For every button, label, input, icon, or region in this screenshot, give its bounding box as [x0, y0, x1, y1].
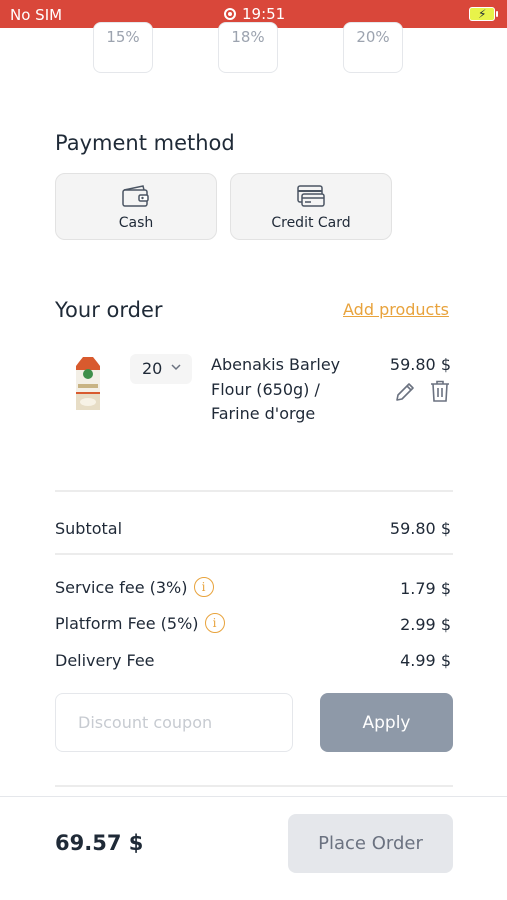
payment-option-cash[interactable]: Cash [55, 173, 217, 240]
quantity-value: 20 [142, 359, 163, 378]
clock-time: 19:51 [242, 5, 286, 23]
carrier-label: No SIM [10, 6, 63, 24]
delivery-fee-value: 4.99 $ [400, 651, 451, 670]
product-price: 59.80 $ [389, 355, 451, 374]
platform-fee-label: Platform Fee (5%) i [55, 613, 225, 633]
payment-option-label: Credit Card [271, 215, 351, 231]
tip-option-18[interactable]: 18% [218, 22, 278, 73]
payment-method-title: Payment method [55, 131, 235, 155]
service-fee-label: Service fee (3%) i [55, 577, 214, 597]
apply-coupon-button[interactable]: Apply [320, 693, 453, 752]
wallet-icon [122, 185, 149, 207]
edit-icon[interactable] [394, 381, 416, 403]
product-name: Abenakis Barley Flour (650g) / Farine d'… [211, 355, 341, 423]
divider [55, 785, 453, 787]
divider [55, 490, 453, 492]
info-icon[interactable]: i [204, 613, 225, 633]
trash-icon[interactable] [430, 380, 450, 403]
quantity-selector[interactable]: 20 [130, 354, 192, 384]
place-order-button[interactable]: Place Order [288, 814, 453, 873]
checkout-bar: 69.57 $ Place Order [0, 796, 507, 900]
clock: 19:51 [224, 5, 285, 23]
divider [55, 553, 453, 555]
tip-option-15[interactable]: 15% [93, 22, 153, 73]
tip-option-20[interactable]: 20% [343, 22, 403, 73]
credit-card-icon [297, 185, 325, 207]
service-fee-value: 1.79 $ [400, 579, 451, 598]
info-icon[interactable]: i [193, 577, 214, 597]
payment-option-credit-card[interactable]: Credit Card [230, 173, 392, 240]
add-products-link[interactable]: Add products [343, 300, 449, 319]
subtotal-label: Subtotal [55, 519, 123, 538]
discount-coupon-input[interactable] [55, 693, 293, 752]
platform-fee-value: 2.99 $ [400, 615, 451, 634]
payment-option-label: Cash [118, 215, 154, 231]
product-image [76, 357, 100, 410]
your-order-title: Your order [55, 298, 163, 322]
battery-icon: ⚡ [469, 7, 498, 21]
recording-icon [224, 8, 236, 20]
chevron-down-icon [171, 364, 181, 371]
delivery-fee-label: Delivery Fee [55, 651, 155, 670]
subtotal-value: 59.80 $ [389, 519, 451, 538]
order-total: 69.57 $ [55, 831, 144, 855]
